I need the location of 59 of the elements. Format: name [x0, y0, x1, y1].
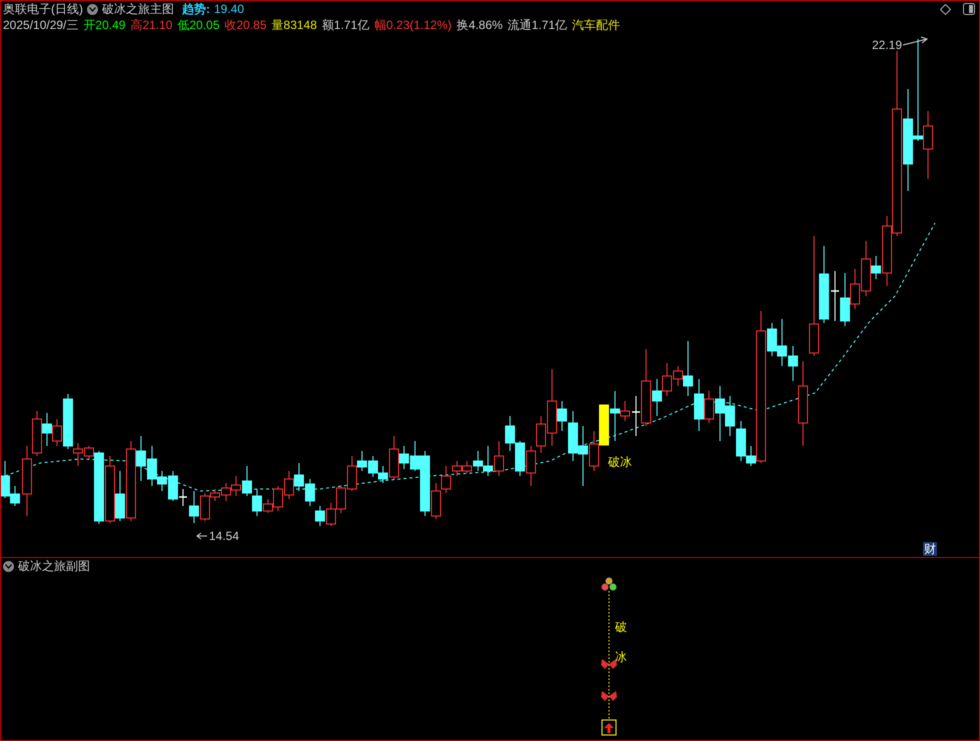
candlestick — [42, 412, 52, 446]
stock-title: 奥联电子(日线) — [3, 1, 83, 17]
date-text: 2025/10/29/三 — [3, 17, 78, 33]
candlestick — [505, 416, 515, 452]
trend-label: 趋势: — [182, 1, 210, 17]
candlestick — [336, 484, 346, 514]
candlestick — [368, 456, 378, 478]
indicator-name: 破冰之旅主图 — [102, 1, 174, 17]
candlestick — [294, 462, 304, 492]
quote-value: 20.05 — [189, 17, 220, 33]
quote-label: 收 — [224, 17, 236, 33]
quote-value: 20.49 — [95, 17, 126, 33]
candlestick — [326, 502, 336, 526]
quote-value: 20.85 — [236, 17, 267, 33]
candlestick — [315, 506, 325, 526]
panel-toggle-icon[interactable] — [963, 3, 975, 15]
dropdown-icon[interactable] — [3, 560, 14, 572]
finance-badge[interactable]: 财 — [923, 542, 937, 556]
candlestick — [777, 318, 787, 366]
candlestick — [599, 404, 609, 446]
dropdown-icon[interactable] — [87, 4, 98, 14]
candlestick — [850, 268, 860, 310]
trend-value: 19.40 — [214, 1, 244, 17]
low-arrow — [196, 532, 208, 540]
quote-value: 0.23(1.12%) — [386, 17, 452, 33]
candlestick — [725, 396, 735, 436]
quote-label: 额 — [322, 17, 334, 33]
candlestick — [840, 272, 850, 326]
diamond-icon[interactable] — [940, 4, 951, 14]
candlestick — [515, 440, 525, 476]
signal-char: 冰 — [615, 650, 627, 664]
quote-value: 21.10 — [142, 17, 172, 33]
quote-value: 4.86% — [468, 17, 503, 33]
high-price-label: 22.19 — [872, 38, 902, 52]
quote-label: 幅 — [374, 17, 386, 33]
high-arrow — [902, 36, 928, 46]
signal-char: 破 — [615, 620, 627, 634]
signal-label: 破冰 — [608, 455, 632, 469]
quote-label: 开 — [83, 17, 96, 33]
quote-label: 流通 — [508, 17, 532, 33]
candlestick — [105, 456, 115, 524]
candlestick — [189, 490, 199, 524]
sector-tag: 汽车配件 — [572, 17, 620, 33]
quote-value: 1.71亿 — [334, 17, 370, 33]
sub-panel-title: 破冰之旅副图 — [18, 558, 90, 574]
quote-label: 换 — [456, 17, 469, 33]
quote-value: 1.71亿 — [532, 17, 568, 33]
quote-label: 高 — [130, 17, 142, 33]
low-price-label: 14.54 — [209, 529, 240, 543]
butterfly-icon — [601, 659, 617, 669]
butterfly-icon — [601, 691, 617, 701]
candlestick — [305, 478, 315, 506]
candlestick — [494, 440, 504, 476]
tricolor-balls-icon — [602, 578, 616, 590]
candlestick — [526, 446, 536, 486]
quote-label: 量 — [272, 17, 284, 33]
candlestick — [284, 470, 294, 500]
quote-label: 低 — [177, 17, 190, 33]
quote-value: 83148 — [284, 17, 317, 33]
